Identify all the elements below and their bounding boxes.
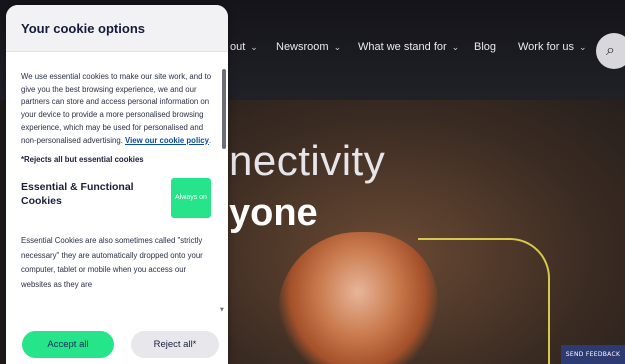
dialog-header: Your cookie options [6,5,228,52]
dialog-body: We use essential cookies to make our sit… [21,71,213,292]
nav-item-about[interactable]: out ⌄ [230,41,258,53]
nav-item-newsroom[interactable]: Newsroom ⌄ [276,41,341,53]
rejects-note: *Rejects all but essential cookies [21,155,144,165]
scroll-down-arrow-icon[interactable]: ▼ [220,307,224,313]
cookie-intro-paragraph: We use essential cookies to make our sit… [21,72,212,145]
nav-item-label: out [230,41,246,53]
cookie-options-dialog: Your cookie options We use essential coo… [6,5,228,364]
hero-photo-person [278,232,438,364]
dialog-footer: Accept all Reject all* [6,323,228,364]
nav-item-label: Blog [474,41,497,53]
chevron-down-icon: ⌄ [579,42,587,52]
hero-heading-line-1: nectivity [229,137,386,184]
always-on-badge: Always on [171,178,211,219]
nav-item-what-we-stand-for[interactable]: What we stand for ⌄ [358,41,459,53]
accept-all-button[interactable]: Accept all [22,331,114,358]
section-description: Essential Cookies are also sometimes cal… [21,236,203,289]
nav-item-label: Work for us [518,41,575,53]
hero-heading-line-2: yone [229,192,318,234]
hero-decorative-arc [418,238,550,364]
chevron-down-icon: ⌄ [333,42,342,52]
dialog-title: Your cookie options [21,21,145,36]
section-title: Essential & Functional Cookies [21,181,134,208]
search-button[interactable]: ⌕ [596,33,625,69]
chevron-down-icon: ⌄ [451,42,460,52]
essential-cookies-section: Essential & Functional Cookies Always on [21,178,213,220]
chevron-down-icon: ⌄ [250,42,258,52]
always-on-label: Always on [175,194,207,202]
dialog-scrollbar[interactable] [222,69,226,149]
send-feedback-button[interactable]: SEND FEEDBACK [561,345,625,364]
cookie-policy-link[interactable]: View our cookie policy [125,136,209,145]
search-icon: ⌕ [606,40,615,59]
nav-item-blog[interactable]: Blog [474,41,496,53]
nav-item-label: What we stand for [358,41,447,53]
nav-item-label: Newsroom [276,41,329,53]
reject-all-button[interactable]: Reject all* [131,331,219,358]
cookie-intro-text: We use essential cookies to make our sit… [21,72,212,145]
nav-item-work-for-us[interactable]: Work for us ⌄ [518,41,587,53]
